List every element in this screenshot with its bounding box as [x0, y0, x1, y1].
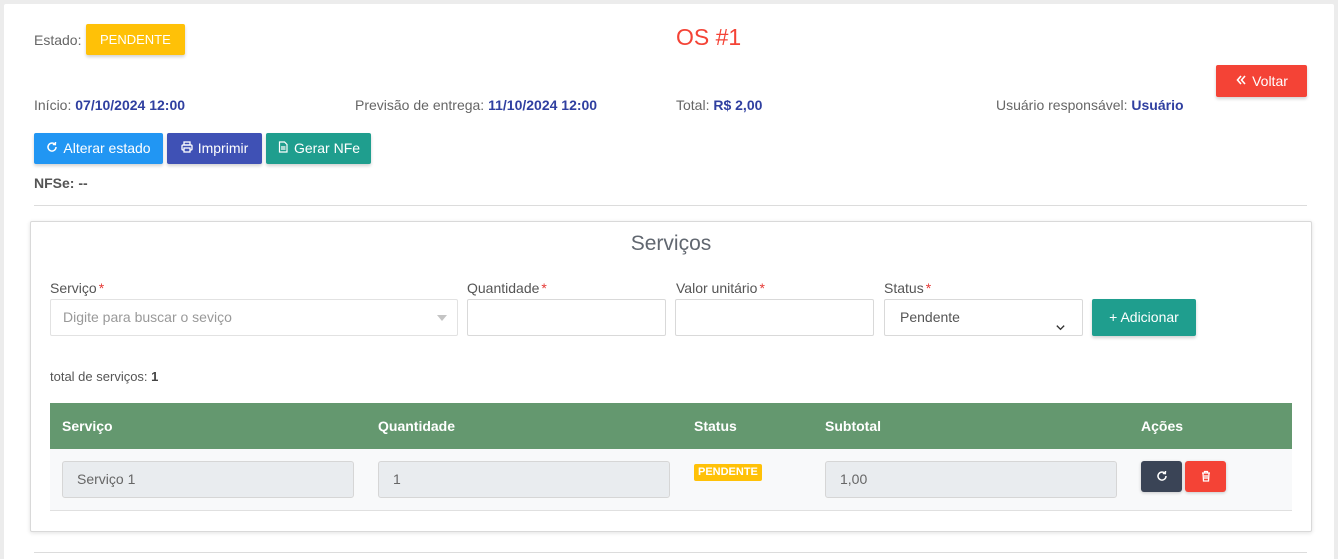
bottom-divider — [34, 552, 1307, 553]
col-subtotal: Subtotal — [825, 418, 881, 434]
previsao-label: Previsão de entrega: — [355, 97, 485, 113]
adicionar-button[interactable]: + Adicionar — [1092, 299, 1196, 336]
dropdown-arrow-icon — [437, 315, 447, 321]
order-card: Estado: PENDENTE OS #1 Voltar Início: 07… — [4, 4, 1334, 559]
nfse-label: NFSe: — [34, 175, 75, 191]
row-subtotal-field: 1,00 — [825, 461, 1117, 498]
inicio-info: Início: 07/10/2024 12:00 — [34, 97, 185, 113]
status-select[interactable]: Pendente — [884, 299, 1083, 336]
usuario-info: Usuário responsável: Usuário — [996, 97, 1184, 113]
servico-search-input[interactable]: Digite para buscar o seviço — [50, 299, 458, 336]
status-select-value: Pendente — [900, 309, 960, 325]
chevron-down-icon — [1055, 311, 1066, 346]
previsao-info: Previsão de entrega: 11/10/2024 12:00 — [355, 97, 597, 113]
estado-badge: PENDENTE — [86, 24, 185, 55]
quantidade-input[interactable] — [467, 299, 666, 336]
row-status-badge: PENDENTE — [694, 464, 762, 481]
col-quantidade: Quantidade — [378, 418, 456, 434]
servicos-count-value: 1 — [151, 369, 159, 384]
quantidade-field-label: Quantidade * — [467, 280, 547, 296]
inicio-label: Início: — [34, 97, 72, 113]
alterar-estado-label: Alterar estado — [63, 140, 151, 156]
servicos-panel: Serviços Serviço * Quantidade * Valor unit… — [30, 221, 1312, 532]
nfse-info: NFSe: -- — [34, 175, 88, 191]
table-row: Serviço 1 1 PENDENTE 1,00 — [50, 449, 1292, 511]
trash-icon — [1200, 469, 1212, 485]
imprimir-label: Imprimir — [197, 140, 249, 156]
inicio-value: 07/10/2024 12:00 — [75, 97, 186, 113]
valor-field-label: Valor unitário * — [676, 280, 765, 296]
previsao-value: 11/10/2024 12:00 — [488, 97, 598, 113]
divider — [34, 205, 1307, 206]
col-status: Status — [694, 418, 737, 434]
col-servico: Serviço — [62, 418, 113, 434]
servicos-count: total de serviços: 1 — [50, 369, 158, 384]
servico-field-label: Serviço * — [50, 280, 105, 296]
col-acoes: Ações — [1141, 418, 1184, 434]
servicos-count-label: total de serviços: — [50, 369, 148, 384]
gerar-nfe-label: Gerar NFe — [293, 140, 361, 156]
row-delete-button[interactable] — [1185, 461, 1226, 492]
total-info: Total: R$ 2,00 — [676, 97, 762, 113]
page-title: OS #1 — [676, 24, 742, 50]
total-label: Total: — [676, 97, 710, 113]
printer-icon — [181, 133, 193, 164]
servicos-title: Serviços — [630, 232, 712, 255]
row-refresh-button[interactable] — [1141, 461, 1182, 492]
back-label: Voltar — [1252, 72, 1288, 89]
back-button[interactable]: Voltar — [1216, 65, 1307, 97]
refresh-icon — [1156, 469, 1168, 485]
alterar-estado-button[interactable]: Alterar estado — [34, 133, 163, 164]
row-servico-field: Serviço 1 — [62, 461, 354, 498]
table-header: Serviço Quantidade Status Subtotal Ações — [50, 403, 1292, 449]
double-chevron-left-icon — [1235, 66, 1247, 97]
servico-placeholder: Digite para buscar o seviço — [63, 309, 232, 325]
usuario-value: Usuário — [1131, 97, 1184, 113]
status-field-label: Status * — [884, 280, 932, 296]
nfse-value: -- — [78, 175, 88, 191]
row-quantidade-field: 1 — [378, 461, 670, 498]
estado-label: Estado: — [34, 32, 82, 48]
refresh-icon — [46, 133, 58, 164]
usuario-label: Usuário responsável: — [996, 97, 1128, 113]
total-value: R$ 2,00 — [713, 97, 763, 113]
document-icon — [277, 133, 289, 164]
valor-unitario-input[interactable] — [675, 299, 874, 336]
imprimir-button[interactable]: Imprimir — [167, 133, 262, 164]
gerar-nfe-button[interactable]: Gerar NFe — [266, 133, 371, 164]
